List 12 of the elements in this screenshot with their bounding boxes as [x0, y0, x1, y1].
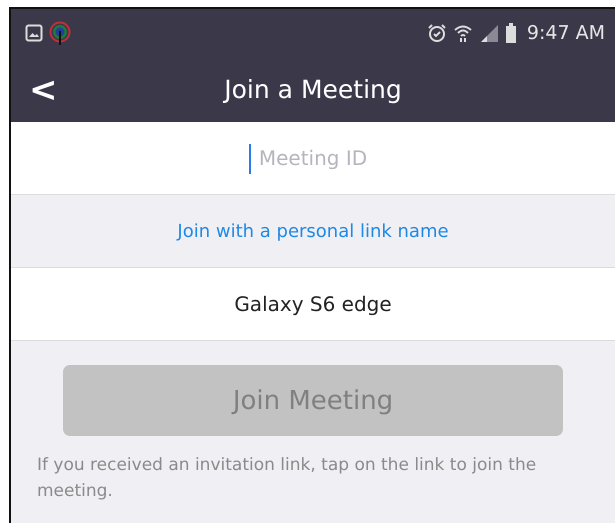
hint-text: If you received an invitation link, tap on the link to join the meeting.	[37, 454, 538, 503]
name-field[interactable]: Galaxy S6 edge	[11, 268, 615, 340]
wifi-icon	[452, 23, 473, 43]
back-button[interactable]: <	[15, 70, 72, 110]
image-icon	[25, 24, 43, 42]
meeting-id-field[interactable]: Meeting ID	[11, 122, 615, 194]
clock-time: 9:47 AM	[526, 22, 605, 44]
alarm-icon	[426, 23, 447, 43]
signal-icon	[478, 23, 499, 43]
battery-icon	[504, 23, 517, 43]
radar-icon	[49, 21, 71, 45]
screen-title: Join a Meeting	[224, 75, 402, 104]
